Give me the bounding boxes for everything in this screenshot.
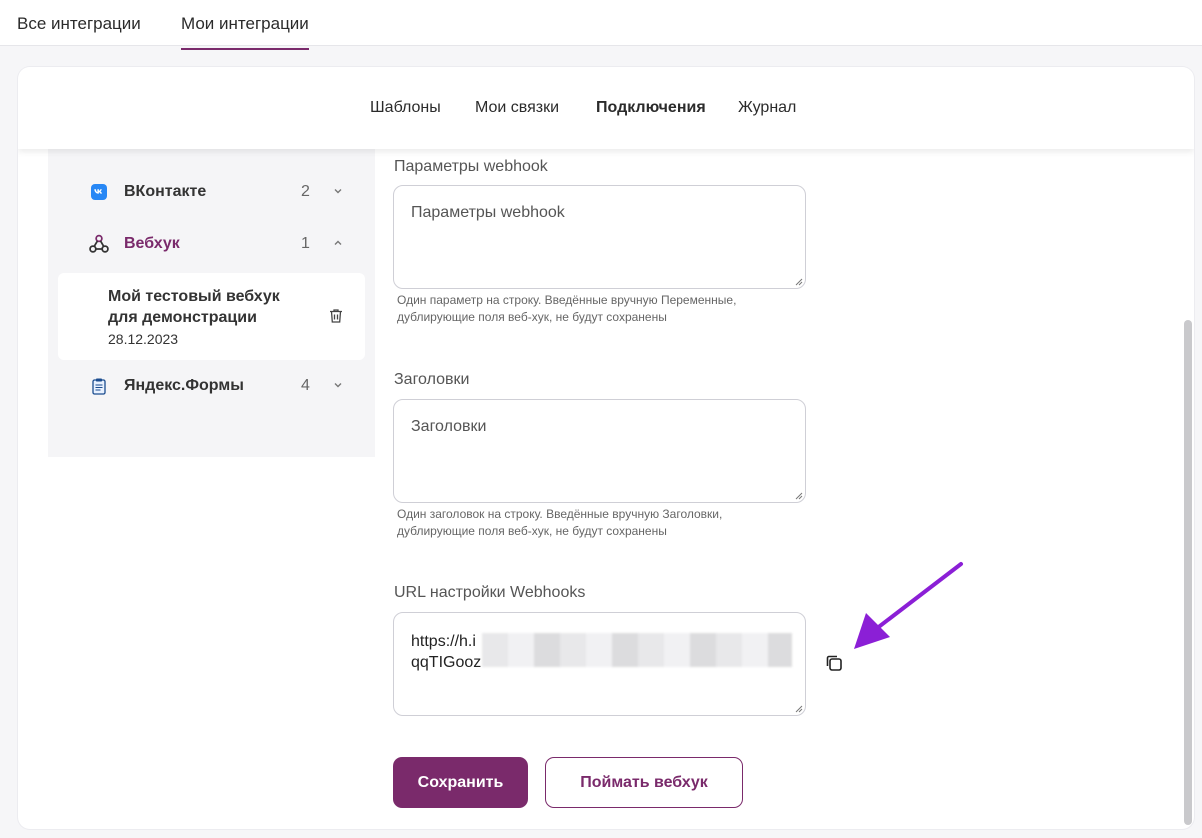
- sidebar-item-label: Яндекс.Формы: [124, 377, 244, 394]
- url-value: https://h.i qqTIGooz: [411, 631, 481, 673]
- tab-connections[interactable]: Подключения: [596, 99, 706, 117]
- headers-placeholder: Заголовки: [411, 418, 487, 435]
- scrollbar[interactable]: [1184, 320, 1192, 825]
- webhook-item-date: 28.12.2023: [108, 331, 179, 347]
- save-button[interactable]: Сохранить: [393, 757, 528, 808]
- tab-my-bundles[interactable]: Мои связки: [475, 99, 559, 117]
- tab-journal[interactable]: Журнал: [738, 99, 796, 117]
- sub-tabs: Шаблоны Мои связки Подключения Журнал: [18, 67, 1194, 149]
- annotation-arrow-icon: [854, 562, 963, 649]
- chevron-down-icon: [334, 383, 342, 388]
- sidebar-item-count: 4: [301, 377, 310, 394]
- connections-sidebar: ВКонтакте 2 Вебхук 1 Мой тестовый вебхук…: [48, 149, 375, 457]
- vk-icon: [91, 184, 107, 200]
- url-label: URL настройки Webhooks: [394, 584, 586, 601]
- catch-webhook-button[interactable]: Поймать вебхук: [545, 757, 743, 808]
- sidebar-item-label: Вебхук: [124, 235, 180, 252]
- sidebar-item-vkontakte[interactable]: ВКонтакте 2: [48, 172, 375, 212]
- webhook-list-item[interactable]: Мой тестовый вебхук для демонстрации 28.…: [58, 273, 365, 360]
- params-placeholder: Параметры webhook: [411, 204, 565, 221]
- tab-templates[interactable]: Шаблоны: [370, 99, 441, 117]
- resize-handle-icon[interactable]: [794, 277, 803, 286]
- url-line-2: qqTIGooz: [411, 654, 482, 671]
- clipboard-icon: [92, 378, 106, 395]
- resize-handle-icon[interactable]: [794, 491, 803, 500]
- params-hint: Один параметр на строку. Введённые вручн…: [397, 293, 737, 324]
- headers-textarea[interactable]: Заголовки: [393, 399, 806, 503]
- headers-label: Заголовки: [394, 371, 470, 388]
- trash-icon[interactable]: [327, 307, 345, 325]
- webhook-icon: [89, 234, 109, 253]
- tab-my-integrations[interactable]: Мои интеграции: [181, 14, 309, 50]
- params-textarea[interactable]: Параметры webhook: [393, 185, 806, 289]
- redacted-url-blur: [482, 633, 792, 667]
- url-line-1: https://h.i: [411, 633, 476, 650]
- tab-all-integrations[interactable]: Все интеграции: [17, 14, 141, 34]
- headers-hint: Один заголовок на строку. Введённые вруч…: [397, 507, 723, 538]
- webhook-item-title: Мой тестовый вебхук для демонстрации: [108, 288, 280, 326]
- url-textarea[interactable]: https://h.i qqTIGooz: [393, 612, 806, 716]
- resize-handle-icon[interactable]: [794, 704, 803, 713]
- chevron-down-icon: [334, 189, 342, 194]
- chevron-up-icon: [334, 240, 342, 245]
- sidebar-item-count: 2: [301, 183, 310, 200]
- copy-icon[interactable]: [824, 653, 844, 673]
- sidebar-item-yandex-forms[interactable]: Яндекс.Формы 4: [48, 366, 375, 406]
- top-tabs: Все интеграции Мои интеграции: [0, 0, 1202, 50]
- sidebar-item-label: ВКонтакте: [124, 183, 207, 200]
- params-label: Параметры webhook: [394, 158, 548, 175]
- sidebar-item-count: 1: [301, 235, 310, 252]
- integration-card: Шаблоны Мои связки Подключения Журнал ВК…: [18, 67, 1194, 829]
- sidebar-item-webhook[interactable]: Вебхук 1: [48, 224, 375, 264]
